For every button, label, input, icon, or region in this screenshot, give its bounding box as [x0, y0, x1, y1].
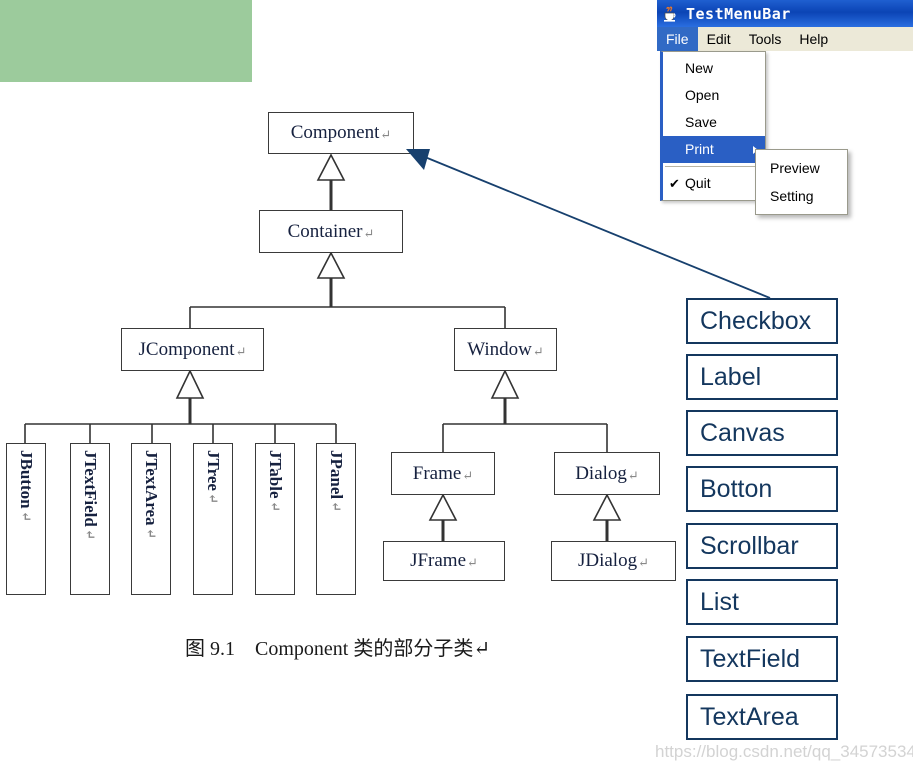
component-box-label[interactable]: Label [686, 354, 838, 400]
component-box-label: List [700, 587, 739, 616]
menubar-item-file[interactable]: File [657, 27, 698, 51]
pilcrow-glyph: ↵ [363, 225, 375, 241]
print-submenu[interactable]: Preview Setting [755, 149, 848, 215]
uml-node-jtextarea: JTextArea↵ [131, 443, 171, 595]
uml-node-container: Container ↵ [259, 210, 403, 253]
uml-node-jcomponent: JComponent ↵ [121, 328, 264, 371]
uml-node-jpanel: JPanel↵ [316, 443, 356, 595]
java-test-menubar-window[interactable]: TestMenuBar File Edit Tools Help New Ope… [657, 0, 913, 259]
menu-item-print-label: Print [685, 141, 714, 157]
pilcrow-glyph: ↵ [462, 467, 474, 483]
java-coffee-cup-icon [664, 6, 676, 22]
pilcrow-glyph: ↵ [473, 638, 491, 660]
uml-node-jtextfield-label: JTextField [81, 450, 100, 527]
component-box-botton[interactable]: Botton [686, 466, 838, 512]
pilcrow-glyph: ↵ [268, 500, 283, 512]
pilcrow-glyph: ↵ [380, 127, 392, 142]
uml-node-frame: Frame ↵ [391, 452, 495, 495]
uml-class-diagram: Component ↵ Container ↵ JComponent ↵ Window… [0, 0, 676, 700]
uml-connector-lines [24, 153, 622, 541]
menu-item-setting[interactable]: Setting [756, 182, 847, 210]
menu-separator [665, 166, 763, 167]
component-box-textarea[interactable]: TextArea [686, 694, 838, 740]
uml-node-jcomponent-label: JComponent [138, 338, 235, 360]
menu-item-new[interactable]: New [663, 55, 765, 82]
uml-node-jdialog-label: JDialog [577, 550, 638, 571]
file-dropdown-menu[interactable]: New Open Save Print ✔ Quit [660, 51, 766, 201]
uml-node-jtree: JTree↵ [193, 443, 233, 595]
checkmark-icon: ✔ [669, 176, 680, 191]
menubar-item-tools[interactable]: Tools [740, 27, 791, 51]
menu-item-print[interactable]: Print [663, 136, 765, 163]
uml-node-jdialog: JDialog ↵ [551, 541, 676, 581]
uml-node-dialog-label: Dialog [575, 462, 627, 484]
uml-node-jframe: JFrame ↵ [383, 541, 505, 581]
menu-item-quit-label: Quit [685, 175, 711, 191]
menubar-item-help[interactable]: Help [790, 27, 837, 51]
uml-node-jframe-label: JFrame [410, 550, 467, 571]
menubar-item-edit[interactable]: Edit [698, 27, 740, 51]
uml-node-container-label: Container [287, 220, 363, 242]
menu-item-quit[interactable]: ✔ Quit [663, 170, 765, 197]
diagram-caption: 图 9.1 Component 类的部分子类↵ [185, 632, 490, 661]
uml-node-jtable: JTable↵ [255, 443, 295, 595]
uml-node-window-label: Window [467, 338, 532, 360]
diagram-caption-text: 图 9.1 Component 类的部分子类 [185, 638, 474, 660]
pilcrow-glyph: ↵ [638, 555, 649, 570]
pilcrow-glyph: ↵ [206, 492, 221, 504]
component-box-label: TextField [700, 644, 801, 673]
pilcrow-glyph: ↵ [83, 528, 98, 540]
screenshot-root: Component ↵ Container ↵ JComponent ↵ Window… [0, 0, 913, 768]
uml-node-jbutton: JButton↵ [6, 443, 46, 595]
uml-node-jtextfield: JTextField↵ [70, 443, 110, 595]
menu-item-save[interactable]: Save [663, 109, 765, 136]
uml-node-jtable-label: JTable [266, 450, 285, 499]
pilcrow-glyph: ↵ [329, 501, 344, 513]
menu-item-preview[interactable]: Preview [756, 154, 847, 182]
component-box-scrollbar[interactable]: Scrollbar [686, 523, 838, 569]
uml-node-jbutton-label: JButton [17, 450, 36, 509]
pilcrow-glyph: ↵ [19, 510, 34, 522]
window-title: TestMenuBar [686, 4, 791, 23]
menu-bar[interactable]: File Edit Tools Help [657, 27, 913, 52]
component-box-label: Checkbox [700, 306, 812, 335]
menu-item-open[interactable]: Open [663, 82, 765, 109]
component-box-label: Botton [700, 474, 773, 503]
component-box-label: Scrollbar [700, 531, 799, 560]
component-box-label: Label [700, 362, 762, 391]
uml-node-component-label: Component [290, 122, 380, 143]
uml-node-jtree-label: JTree [204, 450, 223, 491]
pilcrow-glyph: ↵ [467, 555, 478, 570]
pilcrow-glyph: ↵ [144, 527, 159, 539]
uml-node-component: Component ↵ [268, 112, 414, 154]
component-box-label: Canvas [700, 418, 785, 447]
watermark-text: https://blog.csdn.net/qq_34573534 [655, 742, 913, 761]
component-box-canvas[interactable]: Canvas [686, 410, 838, 456]
component-box-textfield[interactable]: TextField [686, 636, 838, 682]
pilcrow-glyph: ↵ [532, 343, 544, 359]
pilcrow-glyph: ↵ [627, 467, 639, 483]
component-box-label: TextArea [700, 702, 799, 731]
window-titlebar[interactable]: TestMenuBar [657, 0, 913, 27]
uml-node-window: Window ↵ [454, 328, 557, 371]
uml-node-jtextarea-label: JTextArea [142, 450, 161, 526]
pilcrow-glyph: ↵ [235, 343, 247, 359]
component-box-list[interactable]: List [686, 579, 838, 625]
uml-node-dialog: Dialog ↵ [554, 452, 660, 495]
uml-node-frame-label: Frame [412, 462, 462, 484]
uml-node-jpanel-label: JPanel [327, 450, 346, 500]
component-box-checkbox[interactable]: Checkbox [686, 298, 838, 344]
